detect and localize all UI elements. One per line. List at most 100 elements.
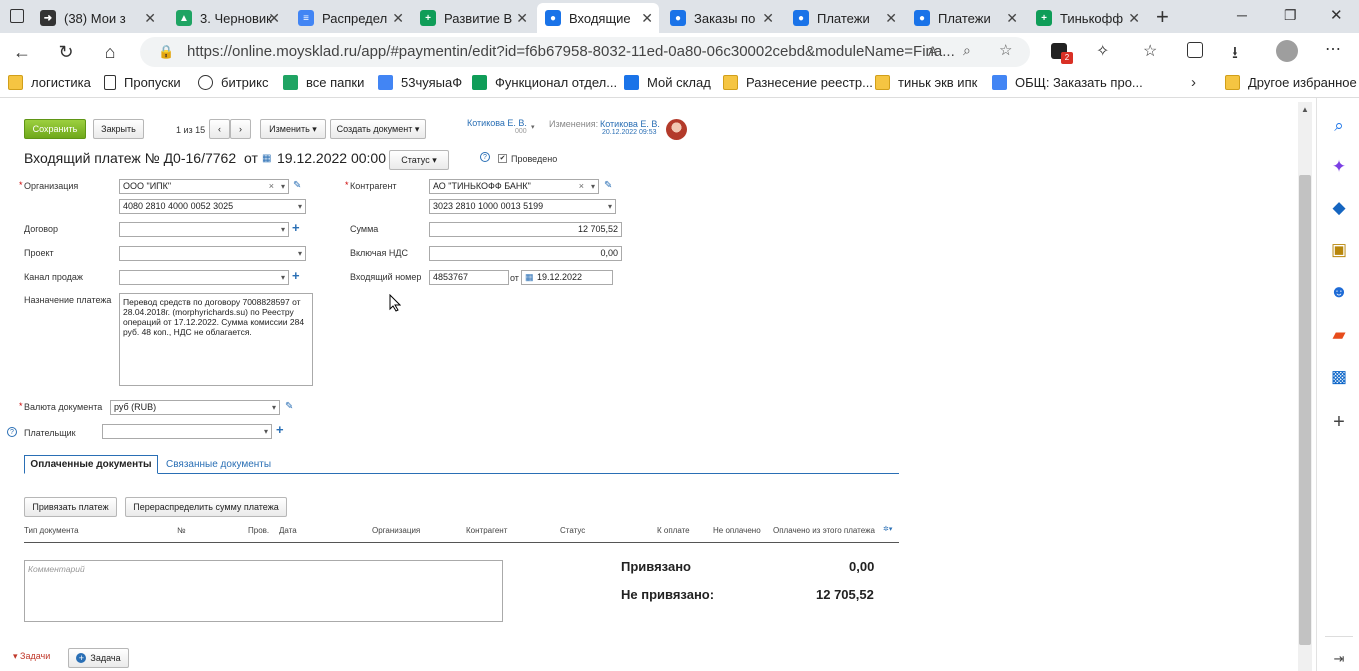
- incoming-date-input[interactable]: ▦ 19.12.2022: [521, 270, 613, 285]
- more-icon[interactable]: ⋯: [1325, 39, 1341, 59]
- close-tab-icon[interactable]: ✕: [392, 10, 404, 27]
- edit-currency-icon[interactable]: ✎: [285, 401, 293, 412]
- collections-icon[interactable]: [1187, 42, 1203, 58]
- table-column-header[interactable]: Не оплачено: [713, 526, 761, 535]
- browser-tab[interactable]: ● Платежи ✕: [785, 3, 903, 33]
- bookmark-item[interactable]: ОБЩ: Заказать про...: [992, 75, 1143, 90]
- browser-tab[interactable]: ▲ 3. Черновик ✕: [168, 3, 286, 33]
- table-column-header[interactable]: Дата: [279, 526, 297, 535]
- table-column-header[interactable]: Организация: [372, 526, 420, 535]
- posted-checkbox[interactable]: ✔: [498, 154, 507, 163]
- puzzle-icon[interactable]: ✧: [1096, 41, 1109, 61]
- close-tab-icon[interactable]: ✕: [516, 10, 528, 27]
- clear-icon[interactable]: ×: [269, 180, 274, 193]
- close-tab-icon[interactable]: ✕: [641, 10, 653, 27]
- downloads-icon[interactable]: ⭳: [1232, 40, 1238, 69]
- tab-paid-documents[interactable]: Оплаченные документы: [24, 455, 158, 474]
- bind-payment-button[interactable]: Привязать платеж: [24, 497, 117, 517]
- bookmark-item[interactable]: тиньк экв ипк: [875, 75, 977, 90]
- close-tab-icon[interactable]: ✕: [268, 10, 280, 27]
- favorites-icon[interactable]: ☆: [1143, 41, 1157, 61]
- close-button[interactable]: Закрыть: [93, 119, 144, 139]
- table-column-header[interactable]: №: [177, 526, 186, 535]
- back-icon[interactable]: ←: [9, 39, 35, 65]
- payer-select[interactable]: ▾: [102, 424, 272, 439]
- close-window-button[interactable]: ✕: [1330, 6, 1343, 24]
- prev-record-button[interactable]: ‹: [209, 119, 230, 139]
- bookmarks-overflow-icon[interactable]: ›: [1191, 74, 1196, 91]
- column-settings-icon[interactable]: ✲▾: [883, 525, 892, 533]
- tab-linked-documents[interactable]: Связанные документы: [166, 459, 271, 470]
- minimize-button[interactable]: ─: [1237, 7, 1247, 23]
- user-avatar[interactable]: [666, 119, 687, 140]
- new-tab-button[interactable]: +: [1156, 4, 1169, 30]
- add-task-button[interactable]: + Задача: [68, 648, 129, 668]
- browser-tab[interactable]: ● Заказы по ✕: [662, 3, 780, 33]
- owner-name[interactable]: Котикова Е. В.: [467, 118, 527, 128]
- chevron-down-icon[interactable]: ▾: [281, 223, 285, 236]
- chevron-down-icon[interactable]: ▾: [591, 180, 595, 193]
- chevron-down-icon[interactable]: ▾: [272, 401, 276, 414]
- organization-account-select[interactable]: 4080 2810 4000 0052 3025 ▾: [119, 199, 306, 214]
- read-aloud-icon[interactable]: A: [928, 43, 937, 59]
- bookmark-item[interactable]: битрикс: [198, 75, 269, 90]
- close-tab-icon[interactable]: ✕: [885, 10, 897, 27]
- table-column-header[interactable]: Статус: [560, 526, 585, 535]
- chevron-down-icon[interactable]: ▾: [264, 425, 268, 438]
- profile-avatar[interactable]: [1276, 40, 1298, 62]
- shopping-tag-icon[interactable]: ◆: [1329, 198, 1349, 218]
- sales-channel-select[interactable]: ▾: [119, 270, 289, 285]
- bookmark-item[interactable]: Мой склад: [624, 75, 711, 90]
- add-contract-icon[interactable]: +: [292, 220, 300, 235]
- browser-tab[interactable]: ➜ (38) Мои з ✕: [32, 3, 162, 33]
- document-date[interactable]: 19.12.2022 00:00: [277, 150, 386, 166]
- status-dropdown[interactable]: Статус ▾: [389, 150, 449, 170]
- currency-select[interactable]: руб (RUB) ▾: [110, 400, 280, 415]
- edit-organization-icon[interactable]: ✎: [293, 180, 301, 191]
- help-icon[interactable]: ?: [480, 152, 490, 162]
- games-icon[interactable]: ☻: [1329, 282, 1349, 302]
- document-number[interactable]: Д0-16/7762: [164, 150, 237, 166]
- bookmark-item[interactable]: все папки: [283, 75, 364, 90]
- close-tab-icon[interactable]: ✕: [1006, 10, 1018, 27]
- bookmark-item[interactable]: Функционал отдел...: [472, 75, 617, 90]
- create-document-button[interactable]: Создать документ ▾: [330, 119, 426, 139]
- collapse-sidebar-icon[interactable]: ⇥: [1329, 649, 1349, 669]
- search-icon[interactable]: ⌕: [1329, 116, 1349, 136]
- reload-icon[interactable]: ↻: [53, 39, 79, 65]
- next-record-button[interactable]: ›: [230, 119, 251, 139]
- restore-button[interactable]: ❐: [1284, 7, 1297, 24]
- bookmark-item[interactable]: 53чуяыаФ: [378, 75, 462, 90]
- sum-input[interactable]: 12 705,52: [429, 222, 622, 237]
- favorite-add-icon[interactable]: ☆: [999, 41, 1012, 59]
- browser-tab[interactable]: ≡ Распредел ✕: [290, 3, 410, 33]
- changes-name[interactable]: Котикова Е. В.: [600, 119, 660, 129]
- calendar-icon[interactable]: ▦: [262, 153, 271, 164]
- bookmark-item[interactable]: Разнесение реестр...: [723, 75, 873, 90]
- add-sales-channel-icon[interactable]: +: [292, 268, 300, 283]
- browser-tab[interactable]: ● Входящие ✕: [537, 3, 659, 33]
- browser-tab[interactable]: + Развитие В ✕: [412, 3, 534, 33]
- bookmark-item[interactable]: Другое избранное: [1225, 75, 1357, 90]
- zoom-icon[interactable]: ⌕: [963, 42, 971, 59]
- browser-tab[interactable]: + Тинькофф ✕: [1028, 3, 1146, 33]
- calendar-icon[interactable]: ▦: [525, 271, 534, 284]
- browser-tab[interactable]: ● Платежи ✕: [906, 3, 1024, 33]
- table-column-header[interactable]: Контрагент: [466, 526, 507, 535]
- address-bar[interactable]: 🔒 https://online.moysklad.ru/app/#paymen…: [140, 37, 1030, 67]
- bookmark-item[interactable]: логистика: [8, 75, 91, 90]
- chevron-down-icon[interactable]: ▾: [281, 180, 285, 193]
- clear-icon[interactable]: ×: [579, 180, 584, 193]
- tasks-toggle[interactable]: ▾ Задачи: [13, 651, 50, 662]
- project-select[interactable]: ▾: [119, 246, 306, 261]
- contractor-select[interactable]: АО "ТИНЬКОФФ БАНК" × ▾: [429, 179, 599, 194]
- close-tab-icon[interactable]: ✕: [762, 10, 774, 27]
- owner-chevron-icon[interactable]: ▾: [531, 123, 535, 131]
- payer-help-icon[interactable]: ?: [7, 427, 17, 437]
- chevron-down-icon[interactable]: ▾: [608, 200, 612, 213]
- scroll-up-icon[interactable]: ▲: [1301, 105, 1309, 114]
- add-sidebar-icon[interactable]: +: [1329, 412, 1349, 432]
- chevron-down-icon[interactable]: ▾: [298, 200, 302, 213]
- table-column-header[interactable]: Оплачено из этого платежа: [773, 526, 875, 535]
- save-button[interactable]: Сохранить: [24, 119, 86, 139]
